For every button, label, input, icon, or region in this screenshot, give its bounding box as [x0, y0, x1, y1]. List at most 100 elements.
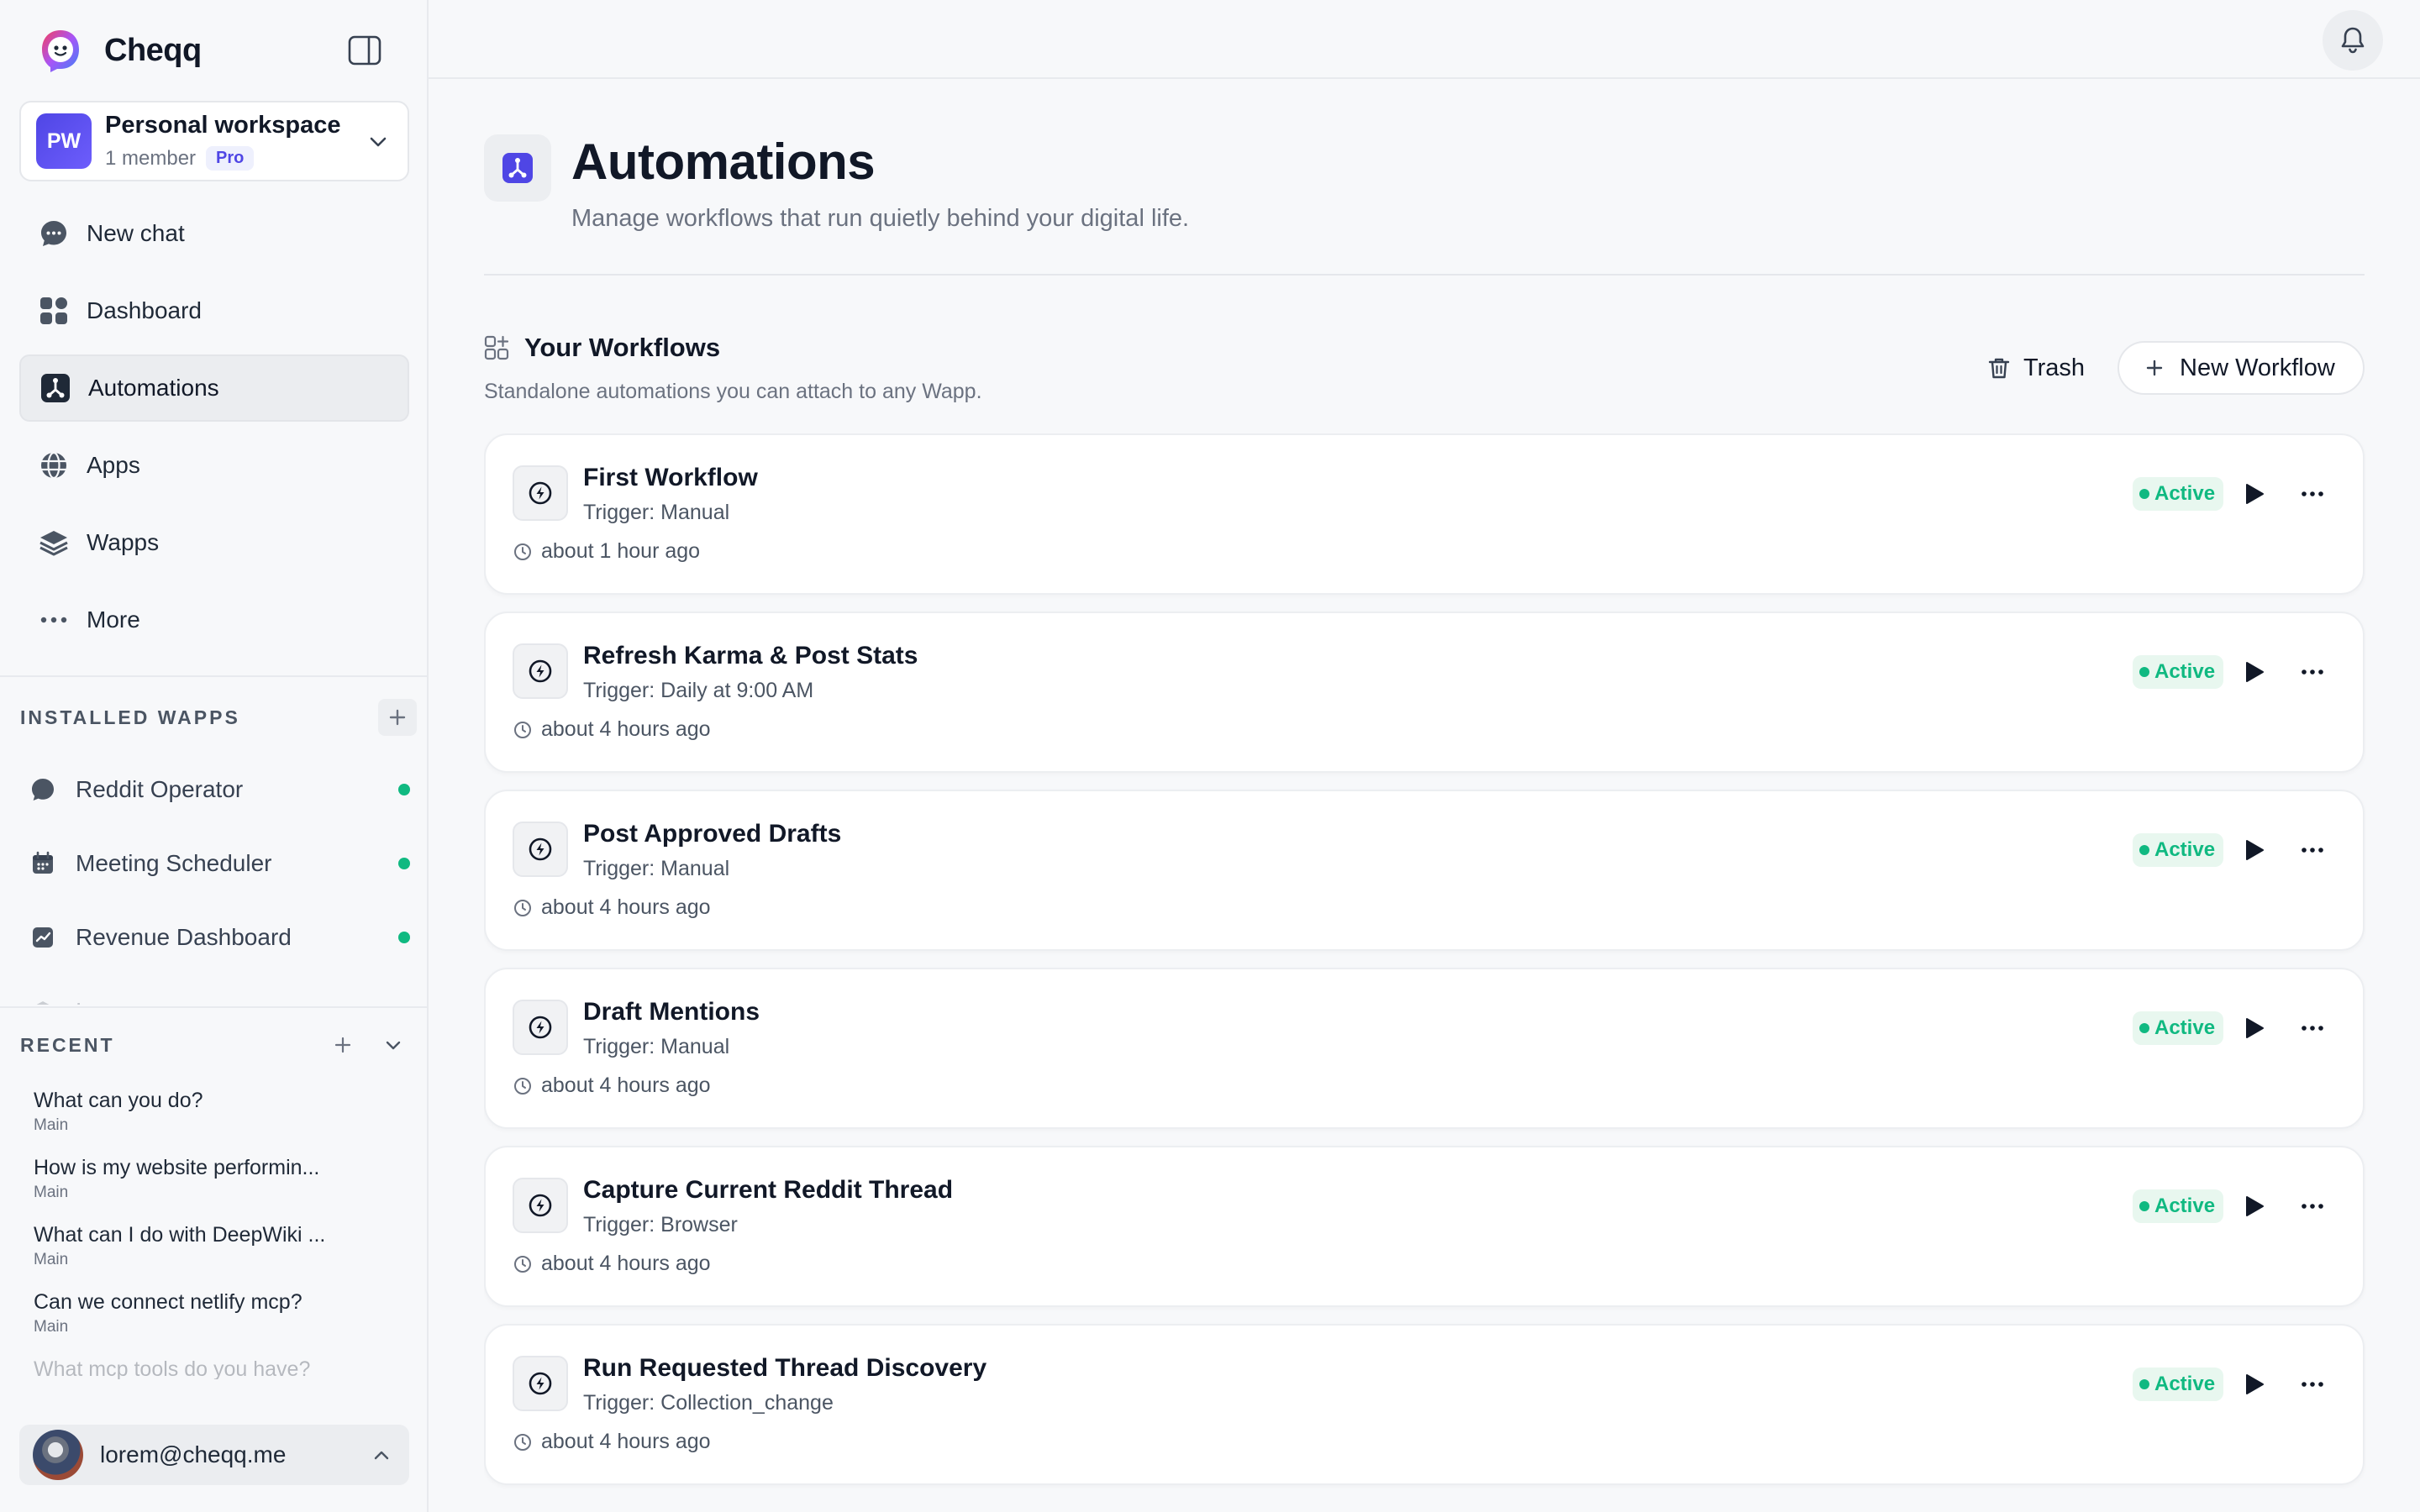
recent-chat-item[interactable]: What can you do? Main: [34, 1084, 387, 1151]
workflow-card[interactable]: Draft Mentions Trigger: Manual about 4 h…: [484, 968, 2365, 1129]
workflow-bolt-icon: [529, 1016, 552, 1039]
new-workflow-button[interactable]: New Workflow: [2118, 341, 2365, 395]
chart-icon: [29, 923, 57, 952]
status-badge: Active: [2133, 477, 2224, 511]
recent-chat-workspace: Main: [34, 1116, 69, 1134]
run-workflow-button[interactable]: [2235, 1188, 2272, 1225]
recent-chat-title: What can you do?: [34, 1089, 203, 1112]
run-workflow-button[interactable]: [2235, 475, 2272, 512]
nav-label: Apps: [87, 452, 140, 478]
nav-item-automations[interactable]: Automations: [19, 354, 409, 422]
status-dot: [2139, 1379, 2149, 1389]
avatar: [33, 1430, 83, 1480]
run-workflow-button[interactable]: [2235, 654, 2272, 690]
workflow-menu-button[interactable]: [2292, 1188, 2333, 1225]
more-horizontal-icon: [2302, 848, 2323, 853]
workflow-card[interactable]: Refresh Karma & Post Stats Trigger: Dail…: [484, 612, 2365, 773]
workflows-title: Your Workflows: [524, 333, 721, 362]
recent-chat-title: How is my website performin...: [34, 1156, 320, 1179]
status-badge: Active: [2133, 1011, 2224, 1045]
add-wapp-button[interactable]: [378, 699, 417, 736]
trash-label: Trash: [2023, 354, 2086, 381]
divider: [0, 675, 429, 677]
status-label: Active: [2154, 1373, 2216, 1395]
workflow-card[interactable]: Run Requested Thread Discovery Trigger: …: [484, 1324, 2365, 1485]
notifications-button[interactable]: [2323, 10, 2383, 71]
recent-chat-workspace: Main: [34, 1318, 69, 1336]
workflow-bolt-icon: [529, 481, 552, 505]
cheqq-logo-icon: [42, 30, 79, 72]
workflow-menu-button[interactable]: [2292, 475, 2333, 512]
brand-name: Cheqq: [104, 32, 202, 68]
more-horizontal-icon: [2302, 1382, 2323, 1387]
user-menu-button[interactable]: lorem@cheqq.me: [19, 1425, 409, 1485]
workflow-updated: about 4 hours ago: [513, 895, 711, 920]
trash-button[interactable]: Trash: [1975, 343, 2096, 393]
workflow-trigger: Trigger: Collection_change: [583, 1391, 834, 1415]
nav-item-dashboard[interactable]: Dashboard: [19, 277, 409, 344]
wapp-item-revenue-dashboard[interactable]: Revenue Dashboard: [20, 900, 417, 974]
nav-item-wapps[interactable]: Wapps: [19, 509, 409, 576]
workflow-menu-button[interactable]: [2292, 1010, 2333, 1047]
collapse-recent-button[interactable]: [376, 1028, 410, 1062]
status-dot: [2139, 1201, 2149, 1211]
chat-bubble-icon: [38, 218, 70, 249]
layers-icon: [29, 997, 57, 1005]
workflow-card[interactable]: First Workflow Trigger: Manual about 1 h…: [484, 433, 2365, 595]
sidebar: Cheqq PW Personal workspace 1 member Pro: [0, 0, 429, 1512]
recent-title: RECENT: [20, 1033, 115, 1056]
sidebar-toggle-button[interactable]: [345, 34, 385, 67]
layers-icon: [38, 527, 70, 559]
status-dot: [398, 858, 410, 869]
recent-chat-item[interactable]: How is my website performin... Main: [34, 1151, 387, 1218]
workflow-trigger: Trigger: Browser: [583, 1213, 738, 1236]
play-icon: [2246, 1196, 2264, 1216]
status-badge: Active: [2133, 655, 2224, 689]
recent-chat-workspace: Main: [34, 1251, 69, 1268]
workflow-list: First Workflow Trigger: Manual about 1 h…: [484, 433, 2366, 1512]
workspace-switcher[interactable]: PW Personal workspace 1 member Pro: [19, 101, 409, 181]
nav-item-more[interactable]: More: [19, 586, 409, 654]
run-workflow-button[interactable]: [2235, 1366, 2272, 1403]
workflow-trigger: Trigger: Daily at 9:00 AM: [583, 679, 814, 702]
workflow-menu-button[interactable]: [2292, 1366, 2333, 1403]
wapp-label: Lorem: [76, 998, 142, 1005]
recent-chat-item[interactable]: What mcp tools do you have?: [34, 1352, 387, 1379]
workflow-card[interactable]: Capture Current Reddit Thread Trigger: B…: [484, 1146, 2365, 1307]
status-dot: [2139, 489, 2149, 499]
status-dot: [2139, 1023, 2149, 1033]
workflow-name: Draft Mentions: [583, 998, 760, 1026]
brand[interactable]: Cheqq: [37, 25, 202, 76]
run-workflow-button[interactable]: [2235, 1010, 2272, 1047]
workflow-time: about 4 hours ago: [541, 895, 711, 919]
recent-chats-list: What can you do? Main How is my website …: [34, 1084, 387, 1379]
workflow-menu-button[interactable]: [2292, 654, 2333, 690]
workflow-bolt-icon: [529, 1194, 552, 1217]
trash-icon: [1988, 358, 2010, 379]
nav-item-new-chat[interactable]: New chat: [19, 200, 409, 267]
workflow-icon: [513, 1000, 568, 1055]
more-horizontal-icon: [2302, 1204, 2323, 1209]
status-badge: Active: [2133, 1368, 2224, 1401]
nav-item-apps[interactable]: Apps: [19, 432, 409, 499]
workflow-time: about 4 hours ago: [541, 1430, 711, 1453]
workflow-card[interactable]: Post Approved Drafts Trigger: Manual abo…: [484, 790, 2365, 951]
workflow-updated: about 4 hours ago: [513, 1252, 711, 1276]
recent-chat-item[interactable]: Can we connect netlify mcp? Main: [34, 1285, 387, 1352]
wapp-item-reddit-operator[interactable]: Reddit Operator: [20, 753, 417, 827]
plan-badge: Pro: [206, 146, 255, 171]
installed-wapps-list: Reddit Operator Meeting Scheduler Revenu…: [20, 753, 417, 1005]
status-dot: [398, 932, 410, 943]
wapp-label: Meeting Scheduler: [76, 850, 272, 876]
recent-chat-title: What mcp tools do you have?: [34, 1357, 311, 1379]
run-workflow-button[interactable]: [2235, 832, 2272, 869]
chevron-down-icon: [370, 137, 387, 147]
wapp-item-lorem[interactable]: Lorem: [20, 974, 417, 1005]
recent-chat-item[interactable]: What can I do with DeepWiki ... Main: [34, 1218, 387, 1285]
wapp-item-meeting-scheduler[interactable]: Meeting Scheduler: [20, 827, 417, 900]
dashboard-grid-icon: [38, 295, 70, 327]
divider: [0, 1006, 429, 1008]
new-recent-button[interactable]: [326, 1028, 360, 1062]
workflow-menu-button[interactable]: [2292, 832, 2333, 869]
workflow-updated: about 4 hours ago: [513, 1430, 711, 1454]
